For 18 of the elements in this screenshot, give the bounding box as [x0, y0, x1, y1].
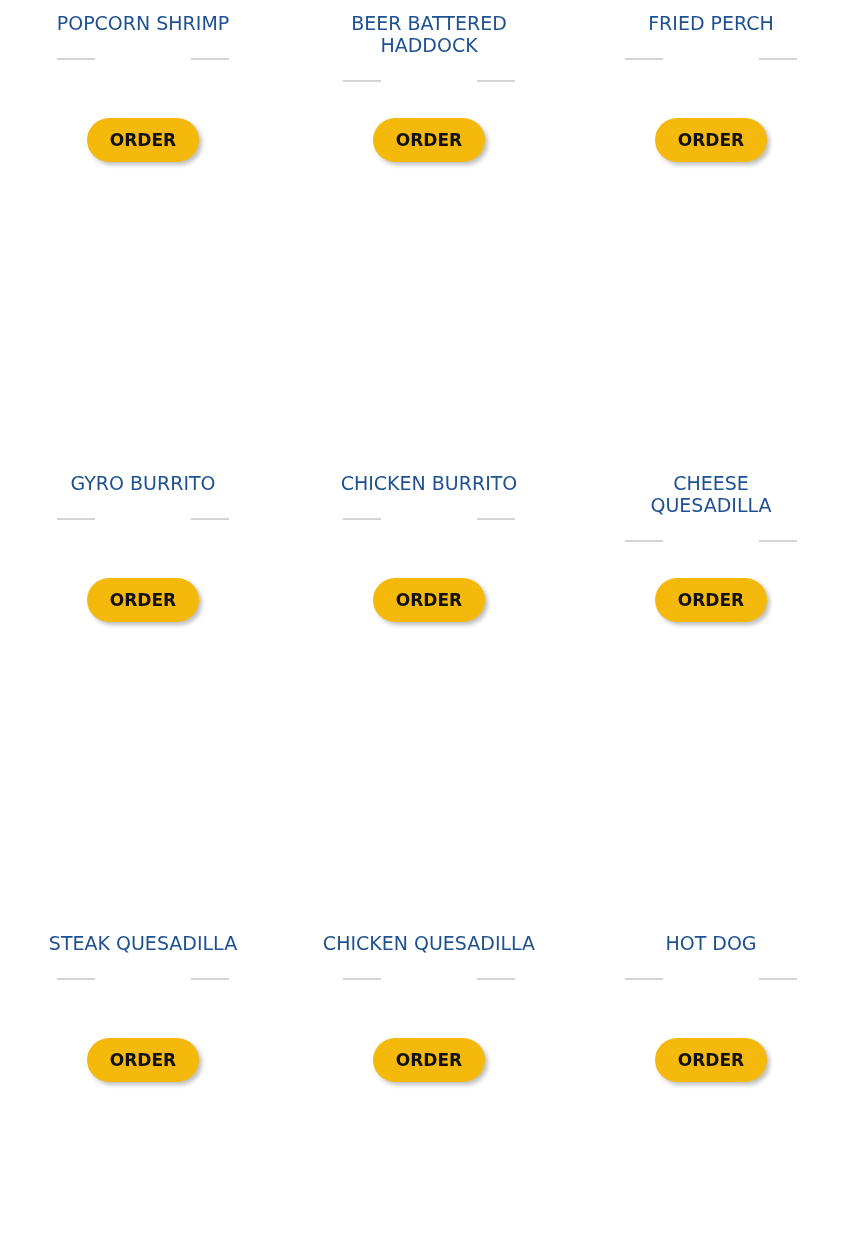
order-button[interactable]: ORDER: [373, 118, 485, 162]
order-button[interactable]: ORDER: [655, 578, 767, 622]
order-button[interactable]: ORDER: [87, 118, 199, 162]
menu-item-title: POPCORN SHRIMP: [56, 12, 230, 34]
order-button[interactable]: ORDER: [87, 1038, 199, 1082]
menu-item-title: HOT DOG: [665, 932, 757, 954]
menu-item-title: FRIED PERCH: [648, 12, 774, 34]
order-button[interactable]: ORDER: [655, 1038, 767, 1082]
menu-item-title: CHICKEN QUESADILLA: [322, 932, 536, 954]
menu-item-title: GYRO BURRITO: [70, 472, 216, 494]
menu-item-title: CHEESE QUESADILLA: [649, 472, 773, 516]
menu-item-title: STEAK QUESADILLA: [48, 932, 238, 954]
menu-item-title: BEER BATTERED HADDOCK: [350, 12, 508, 56]
order-button[interactable]: ORDER: [87, 578, 199, 622]
order-button[interactable]: ORDER: [655, 118, 767, 162]
menu-item-title: CHICKEN BURRITO: [340, 472, 518, 494]
order-button[interactable]: ORDER: [373, 1038, 485, 1082]
order-button[interactable]: ORDER: [373, 578, 485, 622]
